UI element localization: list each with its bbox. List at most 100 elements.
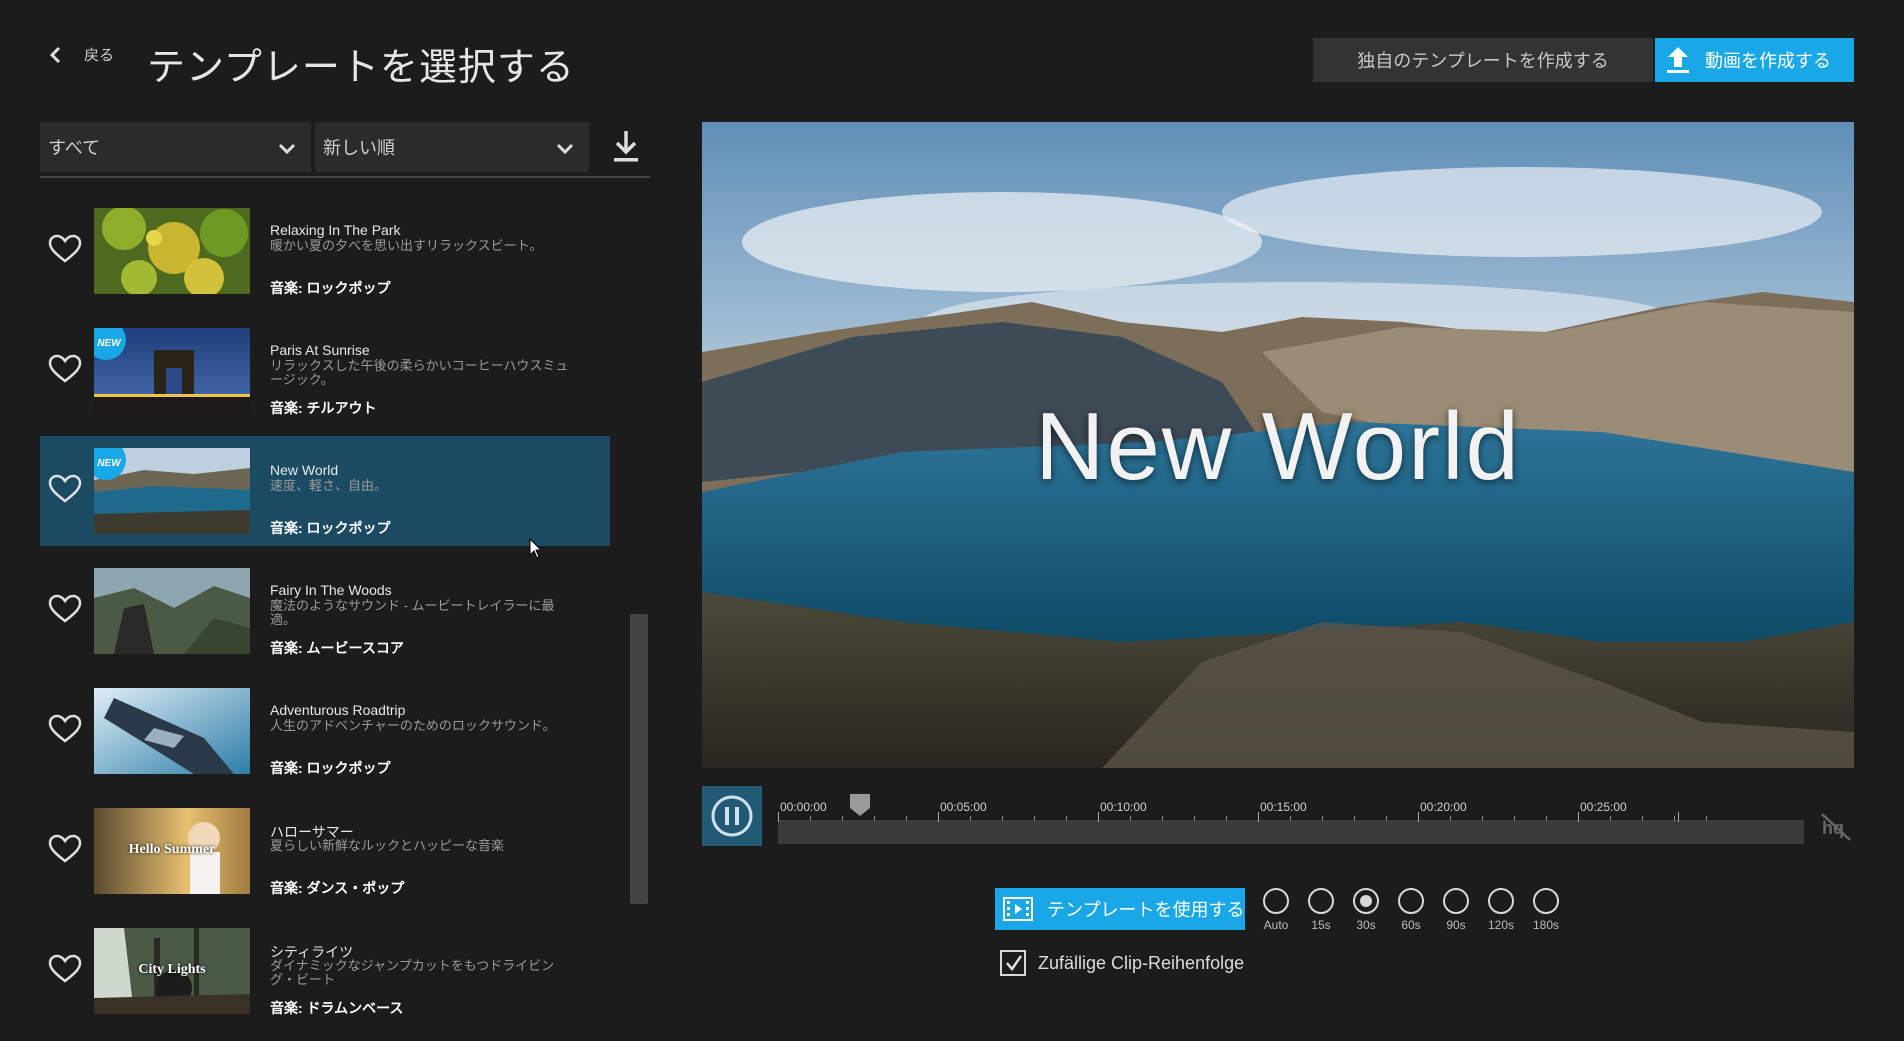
radio-button[interactable] xyxy=(1533,888,1559,914)
heart-icon[interactable] xyxy=(48,594,82,624)
back-label: 戻る xyxy=(84,47,115,64)
duration-label: 60s xyxy=(1401,918,1421,932)
template-thumbnail[interactable] xyxy=(94,568,250,654)
radio-button[interactable] xyxy=(1398,888,1424,914)
template-item[interactable]: City Lights シティライツ ダイナミックなジャンプカットをもつドライビング… xyxy=(40,916,610,1026)
radio-button[interactable] xyxy=(1353,888,1379,914)
template-name: Adventurous Roadtrip xyxy=(270,702,406,718)
timeline-minor-tick xyxy=(1194,816,1195,821)
timeline-minor-tick xyxy=(1642,816,1643,821)
timeline-tick xyxy=(938,812,939,822)
template-thumbnail[interactable]: Hello Summer xyxy=(94,808,250,894)
duration-label: 15s xyxy=(1311,918,1331,932)
heart-icon[interactable] xyxy=(48,954,82,984)
template-thumbnail[interactable]: NEW xyxy=(94,328,250,414)
duration-option[interactable]: 180s xyxy=(1528,888,1564,932)
template-name: New World xyxy=(270,462,339,478)
timeline-track[interactable] xyxy=(778,820,1804,844)
timeline[interactable]: 00:00:00 00:05:00 00:10:00 00:15:00 00:20:00… xyxy=(776,790,1806,844)
duration-label: 90s xyxy=(1446,918,1466,932)
timeline-minor-tick xyxy=(810,816,811,821)
template-description: ダイナミックなジャンプカットをもつドライビング・ビート xyxy=(270,958,555,987)
timeline-minor-tick xyxy=(1066,816,1067,821)
pause-button[interactable] xyxy=(702,786,762,846)
timeline-label: 00:05:00 xyxy=(940,800,987,814)
timeline-minor-tick xyxy=(1706,816,1707,821)
timeline-end-tick xyxy=(1678,812,1679,822)
template-name: Relaxing In The Park xyxy=(270,222,401,238)
list-scrollbar[interactable] xyxy=(630,614,648,904)
timeline-minor-tick xyxy=(1034,816,1035,821)
heart-icon[interactable] xyxy=(48,474,82,504)
timeline-minor-tick xyxy=(842,816,843,821)
template-item[interactable]: Adventurous Roadtrip 人生のアドベンチャーのためのロックサウン… xyxy=(40,676,610,786)
template-description: 速度、軽さ、自由。 xyxy=(270,478,388,493)
timeline-tick xyxy=(1258,812,1259,822)
timeline-minor-tick xyxy=(1450,816,1451,821)
shuffle-checkbox[interactable]: Zufällige Clip-Reihenfolge xyxy=(1000,950,1244,976)
film-icon xyxy=(1003,897,1033,921)
timeline-minor-tick xyxy=(1130,816,1131,821)
template-item[interactable]: NEW Paris At Sunrise リラックスした午後の柔らかいコーヒーハウス… xyxy=(40,316,610,426)
duration-option[interactable]: Auto xyxy=(1258,888,1294,932)
create-own-template-button[interactable]: 独自のテンプレートを作成する xyxy=(1313,38,1653,82)
template-music: 音楽: ロックポップ xyxy=(270,760,391,776)
heart-icon[interactable] xyxy=(48,834,82,864)
duration-option[interactable]: 30s xyxy=(1348,888,1384,932)
template-name: Paris At Sunrise xyxy=(270,342,370,358)
sort-select[interactable]: 新しい順 xyxy=(315,122,589,172)
sort-value: 新しい順 xyxy=(323,138,395,158)
use-template-button[interactable]: テンプレートを使用する xyxy=(995,888,1245,930)
svg-text:hq: hq xyxy=(1822,818,1844,838)
duration-label: Auto xyxy=(1263,918,1289,932)
video-preview[interactable]: New World xyxy=(702,122,1854,768)
download-icon[interactable] xyxy=(611,129,641,165)
radio-button[interactable] xyxy=(1488,888,1514,914)
timeline-minor-tick xyxy=(1386,816,1387,821)
create-video-button[interactable]: 動画を作成する xyxy=(1655,38,1854,82)
template-thumbnail[interactable] xyxy=(94,688,250,774)
hq-off-icon[interactable]: hq xyxy=(1820,812,1852,842)
duration-label: 30s xyxy=(1356,918,1376,932)
template-item[interactable]: Hello Summer ハローサマー 夏らしい新鮮なルックとハッピーな音楽 音楽: … xyxy=(40,796,610,906)
timeline-label: 00:20:00 xyxy=(1420,800,1467,814)
template-item[interactable]: Relaxing In The Park 暖かい夏の夕べを思い出すリラックスビート… xyxy=(40,196,610,306)
category-select[interactable]: すべて xyxy=(40,122,311,172)
thumbnail-caption: Hello Summer xyxy=(128,842,216,857)
template-item[interactable]: Fairy In The Woods 魔法のようなサウンド - ムービートレイラー… xyxy=(40,556,610,666)
template-music: 音楽: チルアウト xyxy=(270,400,377,416)
template-music: 音楽: ロックポップ xyxy=(270,280,391,296)
timeline-minor-tick xyxy=(874,816,875,821)
timeline-minor-tick xyxy=(906,816,907,821)
checkbox[interactable] xyxy=(1000,950,1026,976)
template-thumbnail[interactable]: City Lights xyxy=(94,928,250,1014)
timeline-label: 00:10:00 xyxy=(1100,800,1147,814)
back-button[interactable]: 戻る xyxy=(46,44,114,65)
radio-button[interactable] xyxy=(1308,888,1334,914)
duration-option[interactable]: 60s xyxy=(1393,888,1429,932)
template-list: Relaxing In The Park 暖かい夏の夕べを思い出すリラックスビート… xyxy=(40,196,610,1036)
duration-option[interactable]: 90s xyxy=(1438,888,1474,932)
duration-label: 120s xyxy=(1487,918,1515,932)
timeline-tick xyxy=(1578,812,1579,822)
shuffle-label: Zufällige Clip-Reihenfolge xyxy=(1038,952,1245,973)
heart-icon[interactable] xyxy=(48,234,82,264)
timeline-minor-tick xyxy=(1162,816,1163,821)
template-music: 音楽: ダンス・ポップ xyxy=(270,880,405,896)
mouse-cursor-icon xyxy=(529,538,543,559)
create-video-label: 動画を作成する xyxy=(1705,51,1831,71)
template-item[interactable]: NEW New World 速度、軽さ、自由。 音楽: ロックポップ xyxy=(40,436,610,546)
timeline-minor-tick xyxy=(970,816,971,821)
duration-option[interactable]: 15s xyxy=(1303,888,1339,932)
radio-button[interactable] xyxy=(1263,888,1289,914)
timeline-minor-tick xyxy=(1674,816,1675,821)
template-thumbnail[interactable] xyxy=(94,208,250,294)
heart-icon[interactable] xyxy=(48,714,82,744)
duration-option[interactable]: 120s xyxy=(1483,888,1519,932)
timeline-minor-tick xyxy=(1354,816,1355,821)
heart-icon[interactable] xyxy=(48,354,82,384)
template-thumbnail[interactable]: NEW xyxy=(94,448,250,534)
template-music: 音楽: ドラムンベース xyxy=(270,1000,404,1016)
playhead-handle[interactable] xyxy=(849,794,870,816)
radio-button[interactable] xyxy=(1443,888,1469,914)
